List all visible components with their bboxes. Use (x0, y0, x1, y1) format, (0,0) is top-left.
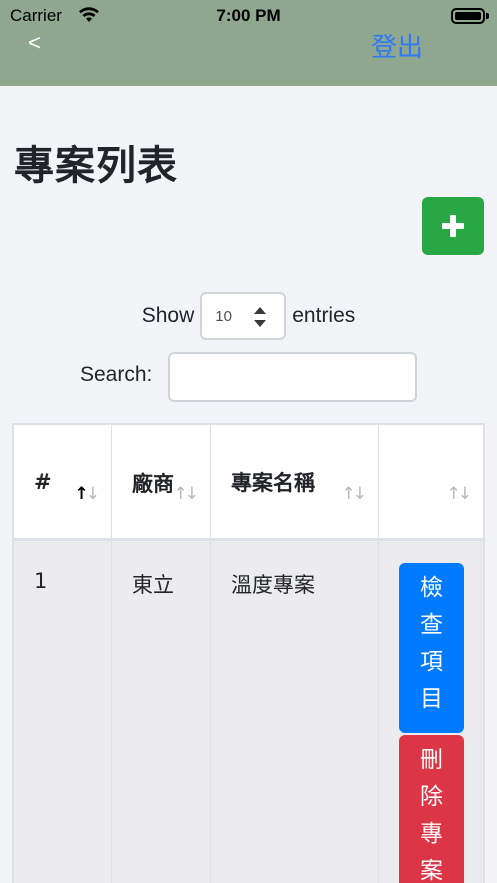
column-header-project-name[interactable]: 專案名稱 ↑↓ (211, 425, 379, 538)
logout-button[interactable]: 登出 (371, 27, 423, 64)
table-header: # ↑↓ 廠商 ↑↓ 專案名稱 ↑↓ ↑↓ (14, 425, 483, 541)
cell-actions: 檢查項目 刪除專案 (379, 541, 483, 883)
delete-project-button[interactable]: 刪除專案 (399, 735, 464, 883)
delete-project-label: 刪除專案 (420, 747, 443, 883)
back-button[interactable]: < (28, 30, 41, 56)
sort-icon: ↑↓ (446, 484, 472, 504)
sort-icon: ↑↓ (173, 484, 199, 504)
page-length-select[interactable]: 10 (200, 292, 287, 340)
nav-bar: Carrier 7:00 PM < 登出 (0, 0, 497, 86)
check-items-label: 檢查項目 (420, 575, 443, 712)
plus-icon (442, 215, 464, 237)
cell-project-name: 溫度專案 (211, 541, 379, 883)
cell-vendor: 東立 (112, 541, 211, 883)
project-table: # ↑↓ 廠商 ↑↓ 專案名稱 ↑↓ ↑↓ 1 東立 溫度專案 檢查項目 刪除專… (12, 423, 485, 883)
column-header-index[interactable]: # ↑↓ (14, 425, 112, 538)
updown-icon (254, 307, 267, 327)
column-header-label: # (34, 469, 52, 494)
page-length-value: 10 (215, 308, 232, 325)
column-header-label: 專案名稱 (231, 470, 315, 495)
column-header-actions[interactable]: ↑↓ (379, 425, 483, 538)
add-project-button[interactable] (422, 197, 484, 255)
sort-ascending-icon: ↑↓ (74, 484, 100, 504)
page-title: 專案列表 (14, 143, 178, 189)
search-input[interactable] (168, 352, 417, 402)
table-row: 1 東立 溫度專案 檢查項目 刪除專案 (14, 541, 483, 883)
search-label: Search: (80, 363, 153, 386)
battery-icon (451, 8, 489, 24)
show-label: Show (141, 304, 195, 327)
sort-icon: ↑↓ (341, 484, 367, 504)
column-header-label: 廠商 (132, 471, 174, 496)
page-length-control: Show 10 entries (0, 292, 497, 340)
status-time: 7:00 PM (216, 6, 281, 25)
entries-label: entries (292, 304, 356, 327)
column-header-vendor[interactable]: 廠商 ↑↓ (112, 425, 211, 538)
cell-index: 1 (14, 541, 112, 883)
check-items-button[interactable]: 檢查項目 (399, 563, 464, 733)
